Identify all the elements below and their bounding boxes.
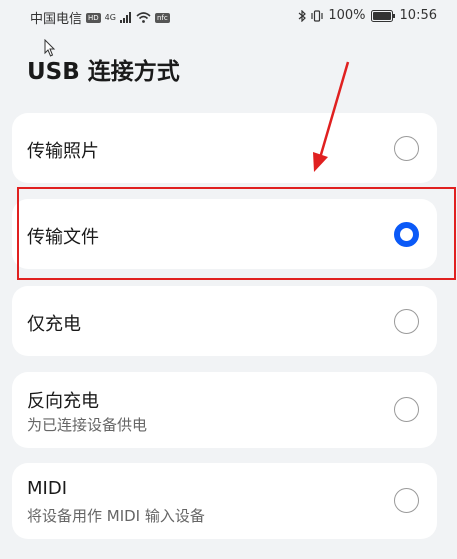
signal-icon — [119, 12, 131, 23]
bluetooth-icon — [298, 9, 307, 22]
radio-button[interactable] — [394, 397, 419, 422]
option-label: MIDI — [27, 478, 68, 499]
option-sublabel: 为已连接设备供电 — [27, 416, 148, 434]
option-label: 反向充电 — [27, 391, 99, 412]
battery-icon — [370, 9, 395, 22]
status-bar: 中国电信 HD 4G nfc 100% 10:56 — [0, 0, 457, 32]
option-card-charge-only[interactable]: 仅充电 — [12, 286, 437, 356]
carrier-label: 中国电信 — [30, 12, 83, 27]
page-title: USB 连接方式 — [27, 59, 180, 85]
radio-button-selected[interactable] — [394, 222, 419, 247]
network-type-label: 4G — [104, 13, 116, 22]
option-card-reverse-charging[interactable]: 反向充电 为已连接设备供电 — [12, 372, 437, 448]
radio-button[interactable] — [394, 488, 419, 513]
option-card-transfer-files[interactable]: 传输文件 — [12, 199, 437, 269]
option-card-transfer-photos[interactable]: 传输照片 — [12, 113, 437, 183]
option-label: 传输照片 — [27, 141, 99, 162]
vibrate-icon — [311, 9, 323, 22]
wifi-icon — [136, 12, 151, 23]
status-right: 100% 10:56 — [298, 8, 437, 23]
battery-percent: 100% — [328, 8, 366, 23]
radio-button[interactable] — [394, 309, 419, 334]
nfc-badge: nfc — [154, 12, 170, 23]
option-card-midi[interactable]: MIDI 将设备用作 MIDI 输入设备 — [12, 463, 437, 539]
option-sublabel: 将设备用作 MIDI 输入设备 — [27, 507, 205, 525]
hd-badge: HD — [86, 12, 101, 23]
radio-button[interactable] — [394, 136, 419, 161]
option-label: 传输文件 — [27, 227, 99, 248]
clock: 10:56 — [399, 8, 437, 23]
option-label: 仅充电 — [27, 314, 81, 335]
status-left: 中国电信 HD 4G nfc — [30, 8, 170, 27]
